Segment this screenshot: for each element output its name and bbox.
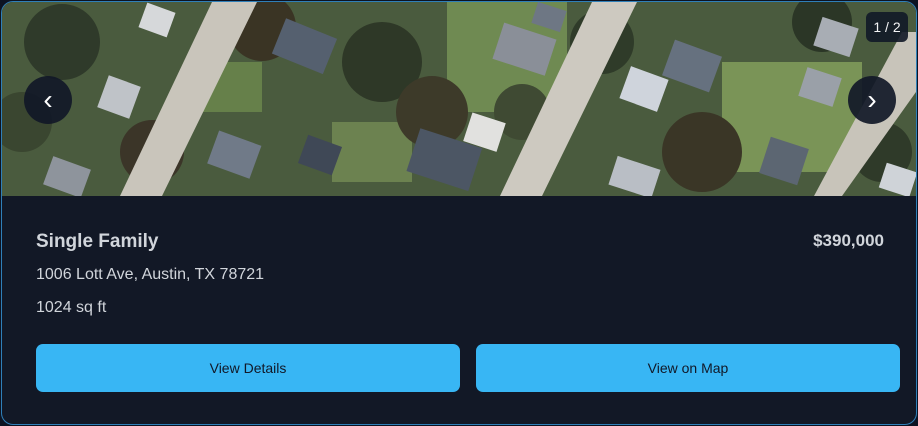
view-details-button[interactable]: View Details: [36, 344, 460, 392]
aerial-view-image: [2, 2, 916, 196]
view-on-map-button[interactable]: View on Map: [476, 344, 900, 392]
property-type: Single Family: [36, 231, 159, 252]
previous-photo-button[interactable]: ‹: [24, 76, 72, 124]
property-size: 1024 sq ft: [36, 299, 107, 316]
property-card: ‹ › 1 / 2 Single Family $390,000 1006 Lo…: [1, 1, 917, 425]
chevron-right-icon: ›: [867, 84, 877, 115]
property-address: 1006 Lott Ave, Austin, TX 78721: [36, 266, 265, 283]
property-photo: ‹ › 1 / 2: [2, 2, 916, 196]
next-photo-button[interactable]: ›: [848, 76, 896, 124]
chevron-left-icon: ‹: [43, 84, 53, 115]
property-price: $390,000: [813, 231, 884, 250]
photo-counter: 1 / 2: [866, 12, 908, 42]
